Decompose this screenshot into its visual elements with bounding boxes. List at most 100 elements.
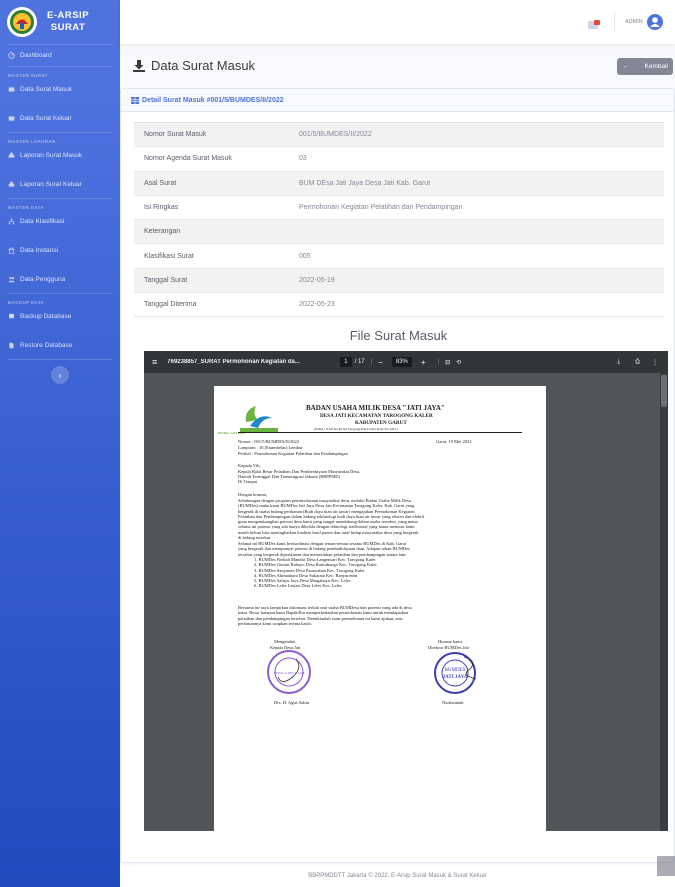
pdf-scrollbar-thumb[interactable]	[661, 375, 667, 407]
pdf-viewer[interactable]: ≡ 769238857_SURAT Permohonan Kegiatan da…	[144, 351, 668, 831]
detail-value: 005	[289, 243, 664, 269]
sidebar-item-label: Dashboard	[20, 52, 52, 59]
detail-row: Keterangan	[134, 219, 664, 244]
footer: BBPPMDDTT Jakarta © 2022, E-Arsip Surat …	[120, 866, 675, 887]
zoom-out-icon[interactable]: −	[378, 358, 383, 367]
detail-label: Nomor Surat Masuk	[134, 121, 289, 147]
sidebar-item-label: Data Pengguna	[20, 276, 66, 283]
sitemap-icon	[8, 218, 15, 225]
sidebar-item-dashboard[interactable]: Dashboard	[0, 45, 120, 66]
letterhead-address: Alamat : Jl.Jati No.49 Jati Tarogong Kal…	[314, 427, 398, 431]
rotate-icon[interactable]: ⟲	[456, 359, 461, 366]
brand-logo	[7, 7, 37, 37]
stamp-text: JATI JAYA	[443, 675, 468, 680]
letter-greeting: Dengan hormat,	[238, 492, 267, 497]
bumdes-logo	[240, 406, 278, 433]
detail-table: Nomor Surat Masuk 001/5/BUMDES/II/2022 Nom…	[134, 121, 664, 318]
letter-list: 1. BUMDes Berkah Mandiri Desa Langensari…	[254, 557, 514, 589]
letter-paragraph: Sehubungan dengan program pemberdayaan m…	[238, 498, 522, 540]
alerts-button[interactable]	[588, 17, 600, 35]
users-icon	[8, 276, 15, 283]
detail-value: BUM DEsa Jati Jaya Desa Jati Kab. Garut	[289, 170, 664, 196]
arrow-left-icon: ←	[622, 63, 629, 70]
detail-label: Nomor Agenda Surat Masuk	[134, 146, 289, 172]
pdf-filename: 769238857_SURAT Permohonan Kegiatan da..…	[167, 359, 300, 365]
user-name: ADMIN	[625, 19, 643, 25]
sidebar-toggle-button[interactable]: ‹	[51, 366, 69, 384]
detail-value: 2022-05-19	[289, 267, 664, 293]
brand-name: E-ARSIP SURAT	[47, 10, 89, 34]
pdf-scrollbar[interactable]	[660, 373, 668, 831]
signature-right-title: Hormat kami	[438, 639, 462, 644]
sidebar-item-laporan-keluar[interactable]: Laporan Surat Keluar	[0, 174, 120, 195]
detail-value: 03	[289, 146, 664, 172]
back-button-label: Kembali	[644, 63, 668, 70]
sidebar-item-instansi[interactable]: Data Instansi	[0, 240, 120, 261]
dashboard-icon	[8, 52, 15, 59]
fit-page-icon[interactable]: ⊟	[445, 359, 450, 366]
village-stamp: KEPALA DESA JATI	[267, 650, 311, 694]
sidebar-item-pengguna[interactable]: Data Pengguna	[0, 269, 120, 290]
letter-line: 6. BUMDes Leles Lestari Desa Leles Kec. …	[254, 583, 342, 589]
avatar	[646, 14, 663, 30]
zoom-in-icon[interactable]: +	[421, 358, 426, 367]
detail-value: Permohonan Kegiatan Pelatihan dan Pendam…	[289, 194, 664, 220]
detail-label: Keterangan	[134, 219, 289, 244]
table-icon	[8, 116, 15, 121]
letter-recipient: Di Tempat	[238, 479, 257, 484]
bumdes-stamp: BUMDES JATI JAYA	[434, 652, 477, 694]
menu-icon[interactable]: ≡	[152, 357, 157, 367]
chevron-left-icon: ‹	[58, 370, 62, 380]
letter-paragraph: Selama ini BUMDes kami berkordinasi deng…	[238, 541, 522, 557]
table-icon	[131, 96, 139, 104]
back-button[interactable]: ← Kembali	[617, 58, 673, 75]
sidebar-item-restore[interactable]: Restore Database	[0, 335, 120, 356]
table-icon	[8, 87, 15, 92]
scroll-to-top-button[interactable]	[657, 856, 675, 876]
brand-line1: E-ARSIP	[47, 10, 90, 21]
signature-left-title: Mengetahui	[274, 639, 296, 644]
stamp-text: KEPALA DESA JATI	[274, 671, 306, 675]
toolbar-separator: |	[370, 359, 373, 365]
sidebar-item-laporan-masuk[interactable]: Laporan Surat Masuk	[0, 145, 120, 166]
sidebar-divider	[8, 359, 112, 360]
more-options-icon[interactable]: ⋮	[652, 359, 658, 366]
zoom-level[interactable]: 83%	[391, 357, 412, 367]
brand[interactable]: E-ARSIP SURAT	[0, 0, 120, 44]
sidebar-heading: BACKUP DATA	[8, 300, 45, 305]
sidebar-item-surat-keluar[interactable]: Data Surat Keluar	[0, 108, 120, 129]
print-icon	[8, 152, 15, 158]
letterhead-sub2: KABUPATEN GARUT	[355, 420, 407, 426]
sidebar-item-klasifikasi[interactable]: Data Klasifikasi	[0, 211, 120, 232]
envelope-icon	[588, 20, 600, 29]
file-section-title: File Surat Masuk	[349, 328, 448, 343]
detail-value: 2022-05-23	[289, 292, 664, 318]
sidebar-item-label: Restore Database	[20, 342, 73, 349]
letterhead-rule	[238, 432, 522, 433]
page-title-text: Data Surat Masuk	[151, 58, 256, 73]
sidebar-item-surat-masuk[interactable]: Data Surat Masuk	[0, 79, 120, 100]
pdf-page-input[interactable]: 1	[340, 357, 352, 367]
user-menu[interactable]: ADMIN	[625, 14, 663, 30]
brand-line2: SURAT	[50, 22, 86, 33]
detail-label: Tanggal Surat	[134, 267, 289, 293]
detail-label: Isi Ringkas	[134, 194, 289, 220]
emblem-icon	[10, 10, 34, 34]
print-icon	[8, 181, 15, 187]
sidebar-item-label: Data Surat Masuk	[20, 86, 73, 93]
detail-row: Isi Ringkas Permohonan Kegiatan Pelatihan…	[134, 194, 664, 220]
letterhead-org: BADAN USAHA MILIK DESA "JATI JAYA"	[306, 404, 445, 412]
letter-line: di bidang tersebut.	[238, 535, 272, 541]
print-icon[interactable]: ⎙	[635, 359, 640, 366]
letter-date: Garut, 19 Mei 2022	[436, 439, 472, 444]
detail-row: Tanggal Diterima 2022-05-23	[134, 292, 664, 318]
letterhead-sub1: DESA JATI KECAMATAN TAROGONG KALER	[320, 413, 433, 419]
detail-row: Nomor Agenda Surat Masuk 03	[134, 146, 664, 172]
download-icon[interactable]: ⤓	[617, 359, 620, 366]
sidebar-item-backup[interactable]: Backup Database	[0, 306, 120, 327]
card-header-title: Detail Surat Masuk #001/5/BUMDES/II/2022	[142, 96, 284, 104]
sidebar-item-label: Data Surat Keluar	[20, 115, 72, 122]
sidebar-item-label: Laporan Surat Keluar	[20, 181, 82, 188]
file-icon	[9, 342, 14, 349]
card-header: Detail Surat Masuk #001/5/BUMDES/II/2022	[121, 89, 674, 112]
